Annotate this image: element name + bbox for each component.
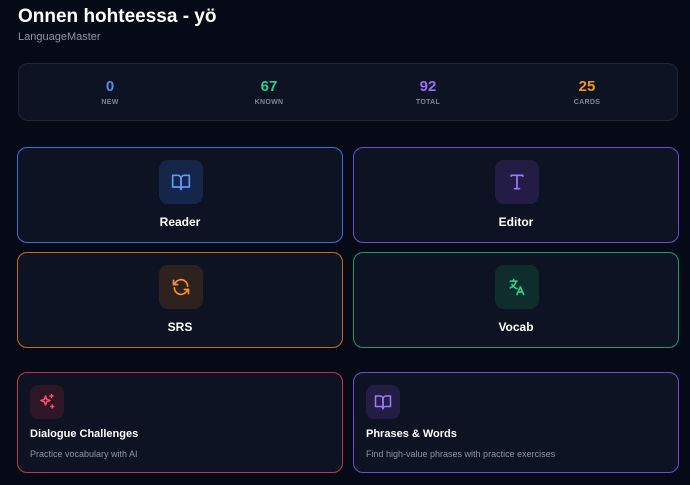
stat-new-label: NEW bbox=[101, 99, 119, 106]
stat-known: 67 KNOWN bbox=[229, 78, 309, 106]
vocab-label: Vocab bbox=[498, 320, 534, 334]
page-title: Onnen hohteessa - yö bbox=[18, 6, 217, 27]
stat-total-label: TOTAL bbox=[415, 99, 441, 106]
stat-new-value: 0 bbox=[105, 78, 115, 95]
translate-icon bbox=[495, 265, 539, 309]
dialogue-challenges-description: Practice vocabulary with AI bbox=[30, 449, 138, 459]
app-name: LanguageMaster bbox=[18, 31, 101, 43]
reader-label: Reader bbox=[159, 215, 201, 229]
stat-known-label: KNOWN bbox=[254, 99, 284, 106]
stat-cards: 25 CARDS bbox=[547, 78, 627, 106]
srs-tile[interactable]: SRS bbox=[17, 252, 343, 348]
editor-tile[interactable]: Editor bbox=[353, 147, 679, 243]
stat-new: 0 NEW bbox=[70, 78, 150, 106]
stat-known-value: 67 bbox=[260, 78, 278, 95]
stat-total-value: 92 bbox=[419, 78, 437, 95]
dialogue-challenges-title: Dialogue Challenges bbox=[30, 428, 139, 440]
book-open-icon bbox=[159, 160, 203, 204]
stats-panel: 0 NEW 67 KNOWN 92 TOTAL 25 CARDS bbox=[18, 63, 678, 121]
refresh-icon bbox=[159, 265, 203, 309]
sparkles-icon bbox=[30, 385, 64, 419]
srs-label: SRS bbox=[167, 320, 193, 334]
editor-label: Editor bbox=[498, 215, 534, 229]
phrases-words-card[interactable]: Phrases & Words Find high-value phrases … bbox=[353, 372, 679, 473]
phrases-words-title: Phrases & Words bbox=[366, 428, 457, 440]
phrases-words-description: Find high-value phrases with practice ex… bbox=[366, 449, 556, 459]
book-open-icon bbox=[366, 385, 400, 419]
stat-cards-label: CARDS bbox=[573, 99, 601, 106]
reader-tile[interactable]: Reader bbox=[17, 147, 343, 243]
dashboard-page: Onnen hohteessa - yö LanguageMaster 0 NE… bbox=[0, 0, 690, 485]
stat-cards-value: 25 bbox=[578, 78, 596, 95]
stat-total: 92 TOTAL bbox=[388, 78, 468, 106]
vocab-tile[interactable]: Vocab bbox=[353, 252, 679, 348]
type-icon bbox=[495, 160, 539, 204]
dialogue-challenges-card[interactable]: Dialogue Challenges Practice vocabulary … bbox=[17, 372, 343, 473]
